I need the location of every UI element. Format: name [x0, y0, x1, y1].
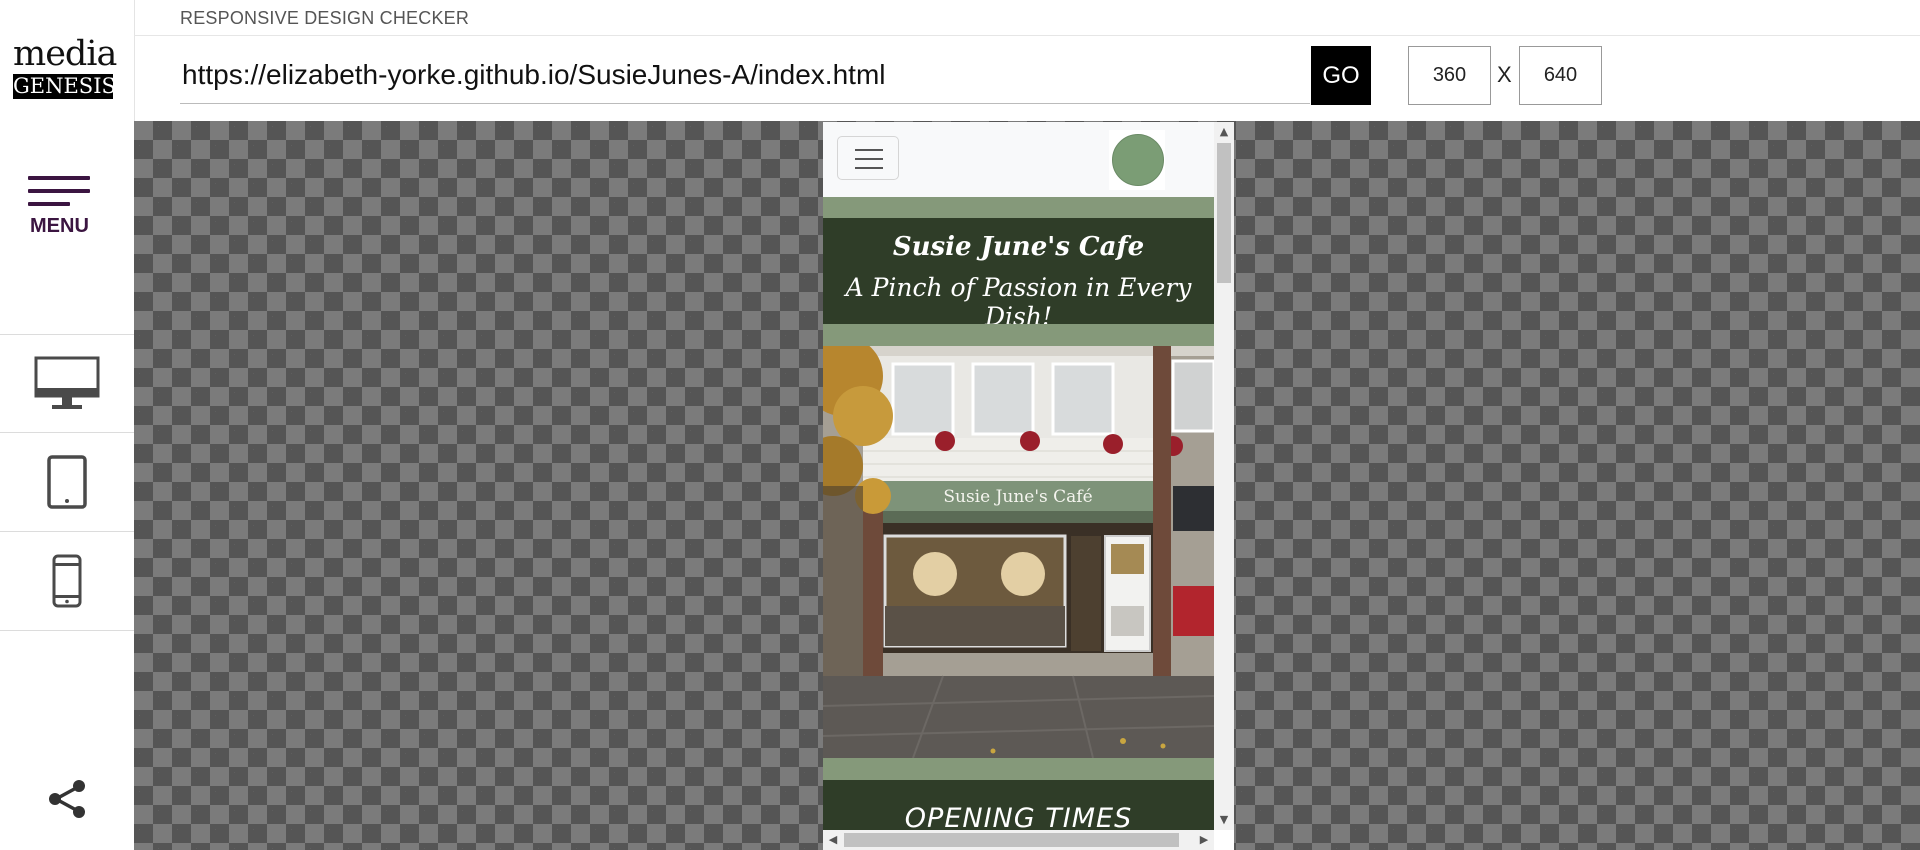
- url-input[interactable]: [180, 46, 1310, 104]
- hamburger-icon: [28, 176, 92, 206]
- preview-site: Susie June's Cafe A Pinch of Passion in …: [823, 122, 1214, 830]
- site-tagline: A Pinch of Passion in Every Dish!: [845, 273, 1192, 331]
- section-band: [823, 758, 1214, 780]
- app-title: RESPONSIVE DESIGN CHECKER: [180, 8, 470, 28]
- mobile-phone-icon: [52, 554, 82, 608]
- go-button[interactable]: GO: [1311, 46, 1371, 105]
- site-logo-emblem: [1112, 134, 1164, 186]
- hero-band-top: [823, 197, 1214, 218]
- media-genesis-logo[interactable]: media GENESIS: [13, 34, 117, 99]
- desktop-monitor-icon: [34, 356, 100, 409]
- menu-label: MENU: [30, 215, 89, 237]
- tablet-view-button[interactable]: [0, 432, 134, 531]
- menu-button[interactable]: MENU: [28, 176, 92, 238]
- vertical-scroll-thumb[interactable]: [1217, 143, 1231, 283]
- scroll-left-icon[interactable]: ◀: [825, 832, 841, 848]
- desktop-view-button[interactable]: [0, 334, 134, 433]
- dimension-separator: X: [1497, 62, 1512, 87]
- topbar-divider: [134, 35, 1920, 36]
- site-logo[interactable]: [1109, 130, 1165, 190]
- scroll-down-icon[interactable]: ▼: [1216, 812, 1232, 828]
- sidebar: media GENESIS MENU: [0, 0, 135, 850]
- device-preview-frame[interactable]: Susie June's Cafe A Pinch of Passion in …: [823, 122, 1234, 850]
- site-navbar: [823, 122, 1214, 197]
- scroll-right-icon[interactable]: ▶: [1196, 832, 1212, 848]
- site-title: Susie June's Cafe: [892, 232, 1145, 262]
- width-input[interactable]: [1408, 46, 1491, 105]
- frame-horizontal-scrollbar[interactable]: ◀ ▶: [823, 830, 1214, 850]
- cafe-storefront-photo: Susie June's Café: [823, 346, 1214, 758]
- opening-times-heading: OPENING TIMES: [904, 803, 1133, 830]
- share-icon[interactable]: [46, 778, 88, 820]
- tablet-icon: [47, 455, 87, 509]
- mobile-view-button[interactable]: [0, 531, 134, 631]
- hero-band-bottom: [823, 324, 1214, 346]
- horizontal-scroll-thumb[interactable]: [844, 833, 1179, 847]
- site-hamburger-button[interactable]: [837, 136, 899, 180]
- scroll-up-icon[interactable]: ▲: [1216, 124, 1232, 140]
- cafe-sign-text: Susie June's Café: [943, 487, 1092, 507]
- frame-vertical-scrollbar[interactable]: ▲ ▼: [1214, 122, 1234, 830]
- logo-text-top: media: [13, 34, 117, 74]
- height-input[interactable]: [1519, 46, 1602, 105]
- logo-text-bottom: GENESIS: [13, 74, 116, 99]
